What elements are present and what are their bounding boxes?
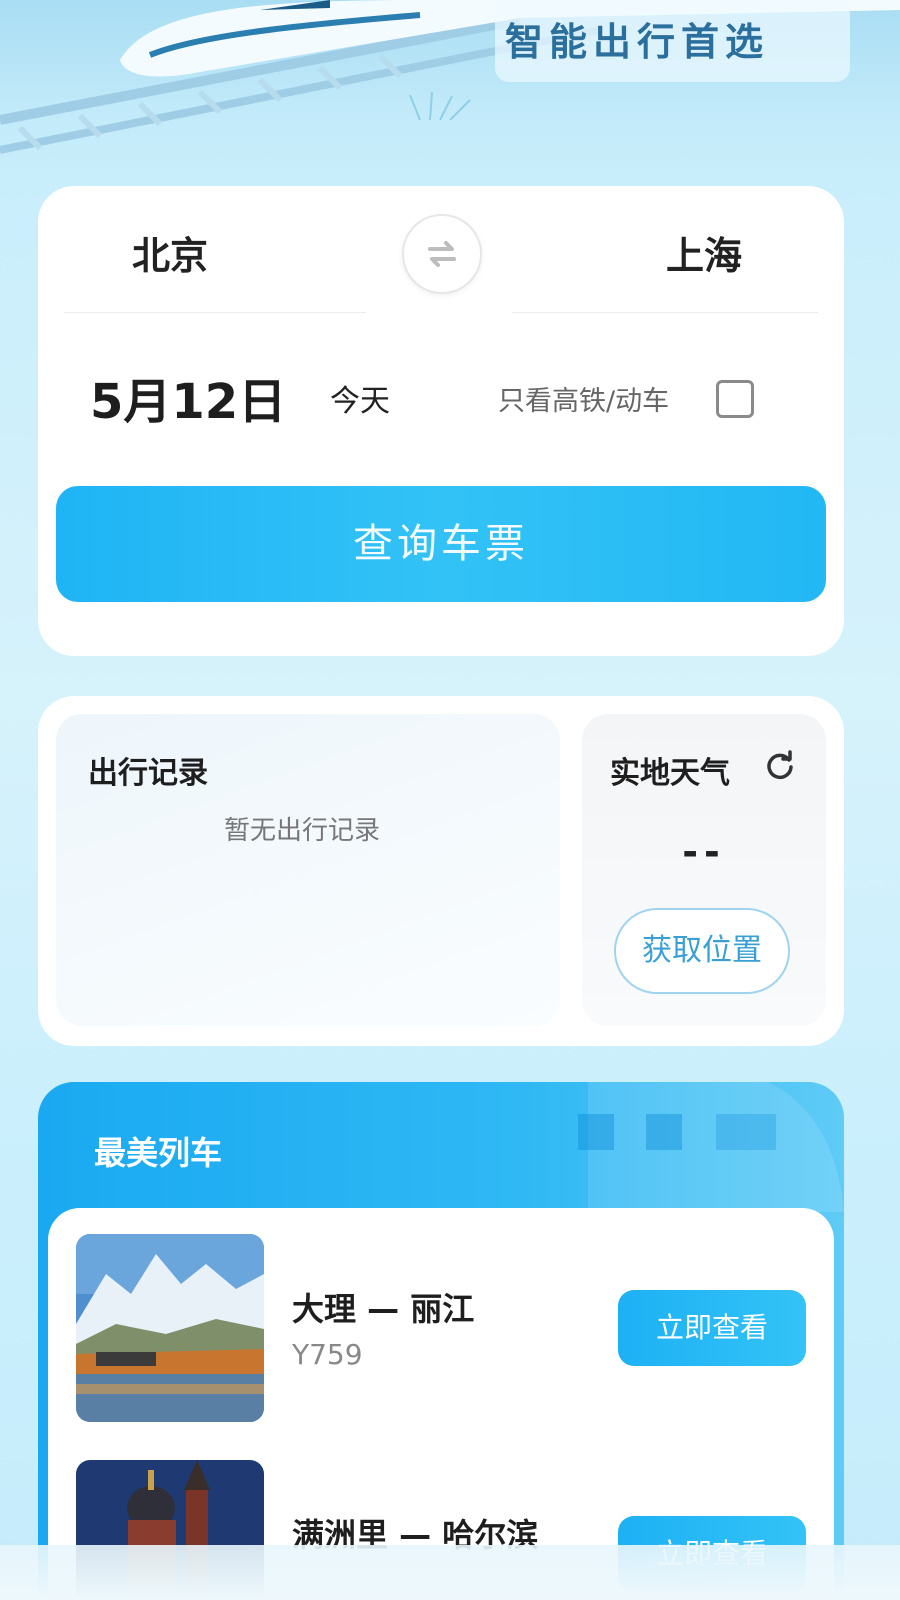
train-window-decoration xyxy=(578,1082,844,1212)
train-number: Y759 xyxy=(292,1338,363,1371)
ticket-search-card: 北京 上海 5月12日 今天 只看高铁/动车 查询车票 xyxy=(38,186,844,656)
from-city-divider xyxy=(64,312,366,313)
to-city-divider xyxy=(512,312,818,313)
weather-value: -- xyxy=(682,830,726,874)
refresh-icon[interactable] xyxy=(764,750,796,782)
bottom-fade xyxy=(0,1545,900,1600)
train-route: 大理 — 丽江 xyxy=(292,1290,475,1328)
weather-title: 实地天气 xyxy=(610,756,730,791)
hsr-only-checkbox[interactable] xyxy=(716,380,754,418)
query-tickets-button[interactable]: 查询车票 xyxy=(56,486,826,602)
travel-record-title: 出行记录 xyxy=(88,756,208,791)
trains-list: 大理 — 丽江 Y759 立即查看 满洲里 — 哈尔滨 立即查看 xyxy=(48,1208,834,1600)
travel-record-panel[interactable]: 出行记录 暂无出行记录 xyxy=(56,714,560,1026)
travel-record-empty-text: 暂无出行记录 xyxy=(224,816,381,846)
to-city[interactable]: 上海 xyxy=(666,226,742,286)
info-card: 出行记录 暂无出行记录 实地天气 -- 获取位置 xyxy=(38,696,844,1046)
weather-panel: 实地天气 -- 获取位置 xyxy=(582,714,826,1026)
swap-cities-button[interactable] xyxy=(402,214,482,294)
today-label: 今天 xyxy=(330,384,390,419)
list-item[interactable]: 大理 — 丽江 Y759 立即查看 xyxy=(48,1234,834,1424)
header-banner: 智能出行首选 xyxy=(0,0,900,175)
get-location-button[interactable]: 获取位置 xyxy=(614,908,790,994)
beautiful-trains-title: 最美列车 xyxy=(94,1134,223,1172)
slogan-text: 智能出行首选 xyxy=(505,20,770,64)
swap-arrows-icon xyxy=(428,241,456,267)
from-city[interactable]: 北京 xyxy=(132,226,208,286)
beautiful-trains-section: 最美列车 大理 — 丽江 Y759 立即查看 满洲里 — 哈尔滨 xyxy=(38,1082,844,1600)
departure-date[interactable]: 5月12日 xyxy=(90,370,286,434)
snow-mountain-lake-photo xyxy=(76,1234,264,1422)
hsr-only-label: 只看高铁/动车 xyxy=(498,386,670,417)
view-now-button[interactable]: 立即查看 xyxy=(618,1290,806,1366)
